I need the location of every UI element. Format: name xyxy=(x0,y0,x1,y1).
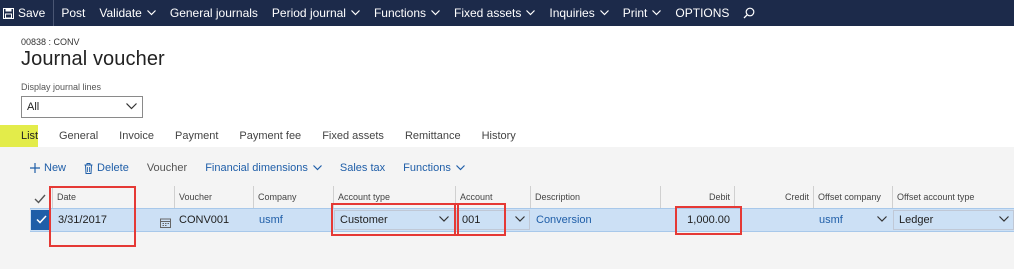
period-journal-label: Period journal xyxy=(271,6,346,20)
sales-tax-button[interactable]: Sales tax xyxy=(340,162,385,174)
account-highlight-box xyxy=(454,203,506,236)
chevron-down-icon xyxy=(526,10,536,16)
general-journals-label: General journals xyxy=(169,6,258,20)
action-pane: Save Post Validate General journals Peri… xyxy=(0,0,1014,26)
grid-functions-menu[interactable]: Functions xyxy=(403,162,465,174)
column-header-description[interactable]: Description xyxy=(530,186,660,208)
grid-functions-label: Functions xyxy=(403,162,451,174)
chevron-down-icon[interactable] xyxy=(515,216,525,222)
column-header-offset-company[interactable]: Offset company xyxy=(813,186,892,208)
tab-list[interactable]: List xyxy=(0,125,38,147)
column-header-voucher[interactable]: Voucher xyxy=(174,186,253,208)
financial-dimensions-menu[interactable]: Financial dimensions xyxy=(205,162,322,174)
financial-dimensions-label: Financial dimensions xyxy=(205,162,308,174)
plus-icon xyxy=(30,163,40,173)
tab-invoice[interactable]: Invoice xyxy=(119,125,154,147)
description-cell[interactable]: Conversion xyxy=(532,209,660,231)
print-menu[interactable]: Print xyxy=(616,0,669,26)
offset-account-type-cell[interactable]: Ledger xyxy=(895,209,1014,231)
column-header-offset-account-type[interactable]: Offset account type xyxy=(892,186,1014,208)
breadcrumb: 00838 : CONV xyxy=(21,37,80,47)
chevron-down-icon xyxy=(431,10,440,16)
print-label: Print xyxy=(622,6,648,20)
calendar-icon[interactable] xyxy=(160,215,171,233)
options-label: OPTIONS xyxy=(675,6,730,20)
functions-label: Functions xyxy=(373,6,426,20)
inquiries-label: Inquiries xyxy=(549,6,595,20)
chevron-down-icon xyxy=(126,101,137,113)
delete-button[interactable]: Delete xyxy=(84,162,129,174)
chevron-down-icon[interactable] xyxy=(877,216,887,222)
options-button[interactable]: OPTIONS xyxy=(668,0,736,26)
functions-menu[interactable]: Functions xyxy=(367,0,447,26)
account-type-highlight-box xyxy=(331,203,459,236)
chevron-down-icon xyxy=(455,165,465,171)
tab-history[interactable]: History xyxy=(482,125,516,147)
new-button[interactable]: New xyxy=(30,162,66,174)
sales-tax-label: Sales tax xyxy=(339,162,386,174)
chevron-down-icon xyxy=(351,10,360,16)
chevron-down-icon xyxy=(652,10,662,16)
debit-highlight-box xyxy=(675,206,742,235)
credit-cell[interactable] xyxy=(734,209,813,231)
tab-fixed-assets[interactable]: Fixed assets xyxy=(322,125,384,147)
journal-lines-grid: Date Voucher Company Account type Accoun… xyxy=(30,186,1014,232)
chevron-down-icon xyxy=(312,165,322,171)
period-journal-menu[interactable]: Period journal xyxy=(265,0,367,26)
chevron-down-icon[interactable] xyxy=(999,216,1009,222)
display-journal-lines-label: Display journal lines xyxy=(21,82,102,92)
inquiries-menu[interactable]: Inquiries xyxy=(542,0,615,26)
date-highlight-box xyxy=(49,186,136,247)
offset-account-type-value: Ledger xyxy=(899,214,934,226)
post-label: Post xyxy=(61,6,86,20)
fixed-assets-label: Fixed assets xyxy=(454,6,522,20)
table-row[interactable]: 3/31/2017 CONV001 usmf Customer 001 Conv… xyxy=(30,208,1014,232)
tab-payment[interactable]: Payment xyxy=(175,125,218,147)
save-icon xyxy=(3,7,14,19)
column-header-credit[interactable]: Credit xyxy=(734,186,813,208)
page-title: Journal voucher xyxy=(21,48,165,70)
save-label: Save xyxy=(18,6,46,20)
grid-header: Date Voucher Company Account type Accoun… xyxy=(30,186,1014,208)
validate-menu[interactable]: Validate xyxy=(92,0,162,26)
voucher-cell[interactable]: CONV001 xyxy=(175,209,253,231)
grid-toolbar: New Delete Voucher Financial dimensions … xyxy=(30,160,483,176)
voucher-button[interactable]: Voucher xyxy=(147,162,187,174)
tab-remittance[interactable]: Remittance xyxy=(405,125,461,147)
tab-strip: List General Invoice Payment Payment fee… xyxy=(0,125,537,147)
post-button[interactable]: Post xyxy=(54,0,92,26)
delete-label: Delete xyxy=(97,162,129,174)
offset-company-value: usmf xyxy=(819,214,843,226)
search-button[interactable] xyxy=(736,0,762,26)
row-select-checkbox[interactable] xyxy=(31,210,51,230)
checkmark-icon xyxy=(35,211,47,229)
validate-label: Validate xyxy=(99,6,142,20)
voucher-label: Voucher xyxy=(146,162,188,174)
tab-general[interactable]: General xyxy=(59,125,98,147)
chevron-down-icon xyxy=(599,10,609,16)
trash-icon xyxy=(84,162,93,174)
new-label: New xyxy=(44,162,67,174)
offset-company-cell[interactable]: usmf xyxy=(815,209,892,231)
search-icon xyxy=(743,7,755,19)
fixed-assets-menu[interactable]: Fixed assets xyxy=(447,0,542,26)
column-header-debit[interactable]: Debit xyxy=(660,186,734,208)
column-header-company[interactable]: Company xyxy=(253,186,333,208)
chevron-down-icon xyxy=(146,10,156,16)
display-journal-lines-value: All xyxy=(27,101,40,113)
save-button[interactable]: Save xyxy=(0,0,55,26)
tab-payment-fee[interactable]: Payment fee xyxy=(239,125,301,147)
company-cell[interactable]: usmf xyxy=(255,209,333,231)
display-journal-lines-select[interactable]: All xyxy=(21,96,143,118)
general-journals-button[interactable]: General journals xyxy=(163,0,265,26)
checkmark-icon[interactable] xyxy=(34,191,46,209)
